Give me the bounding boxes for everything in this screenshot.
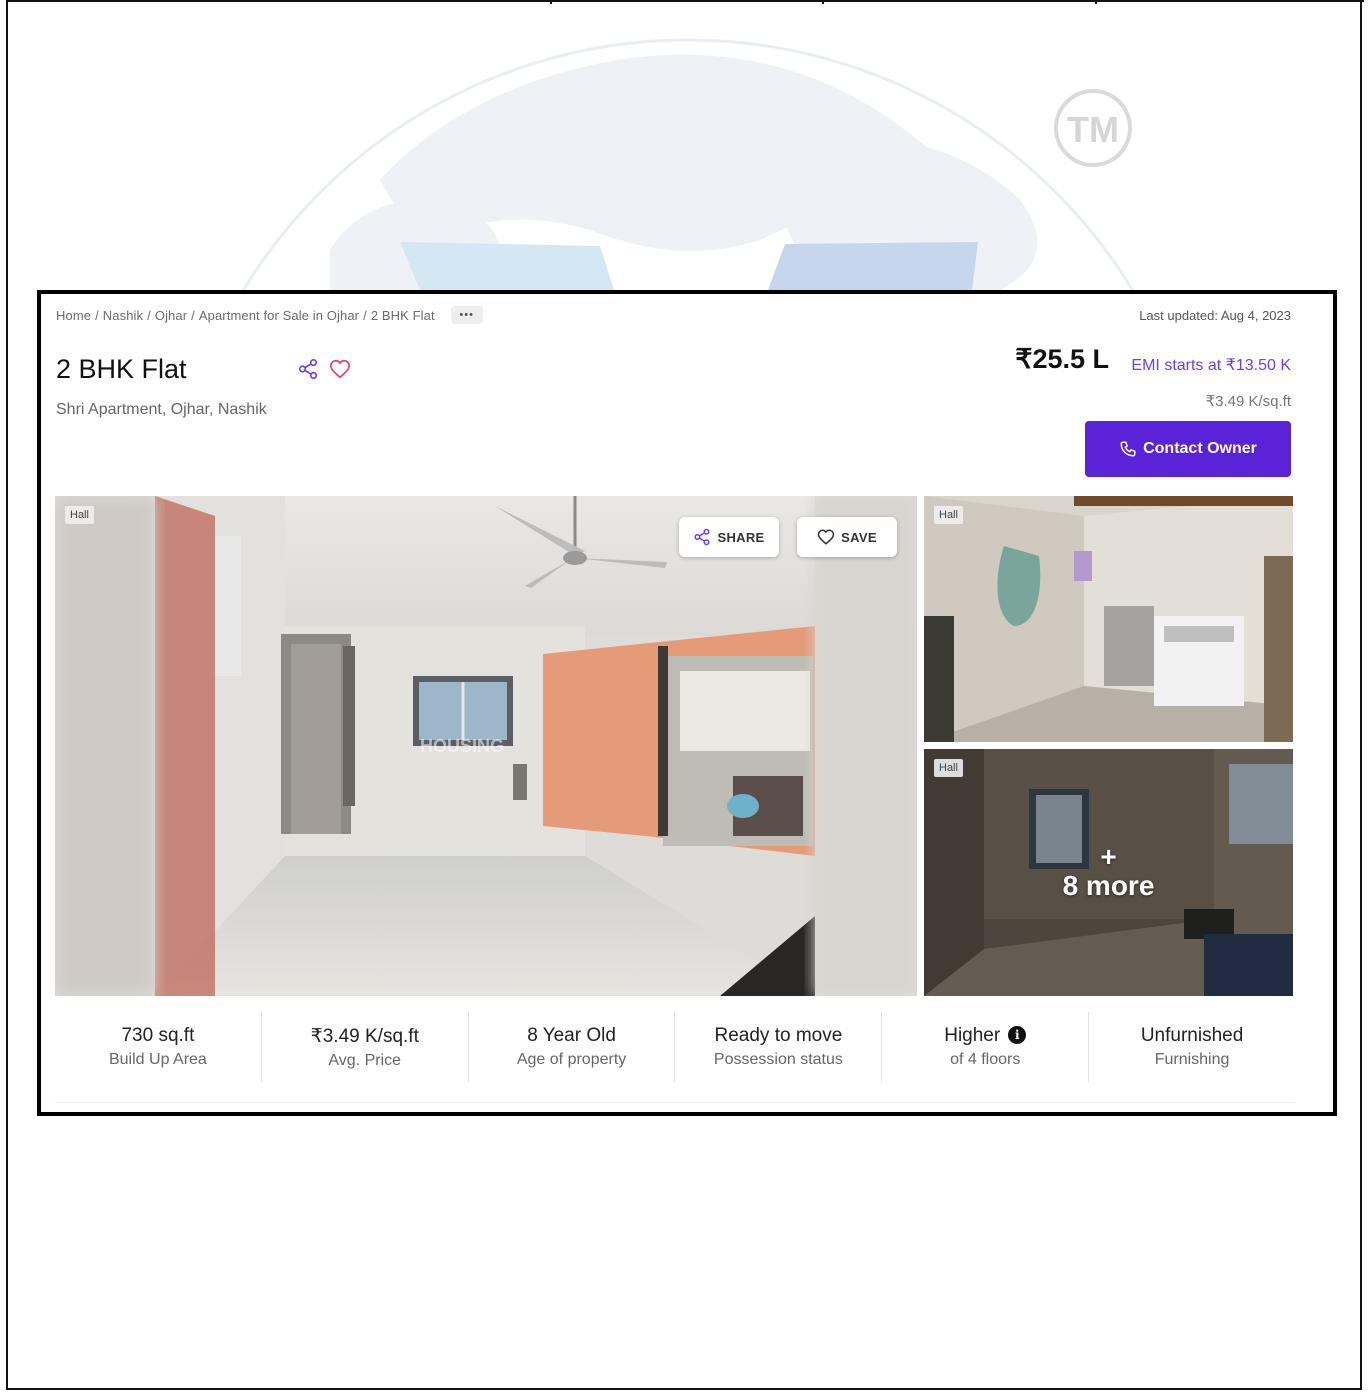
- stat-value: 730 sq.ft: [121, 1025, 195, 1046]
- last-updated: Last updated: Aug 4, 2023: [1139, 308, 1291, 323]
- breadcrumb: Home / Nashik / Ojhar / Apartment for Sa…: [56, 306, 483, 324]
- listing-title: 2 BHK Flat: [56, 354, 187, 384]
- breadcrumb-separator: /: [363, 307, 367, 323]
- emi-link[interactable]: EMI starts at ₹13.50 K: [1131, 355, 1291, 375]
- listing-location: Shri Apartment, Ojhar, Nashik: [56, 401, 267, 418]
- stat-furnishing: Unfurnished Furnishing: [1089, 1012, 1295, 1082]
- stat-label: Furnishing: [1154, 1051, 1230, 1068]
- stat-label: Avg. Price: [328, 1051, 402, 1069]
- stat-value: Higher i: [882, 1025, 1088, 1047]
- stat-avg-price: ₹3.49 K/sq.ft Avg. Price: [262, 1012, 469, 1082]
- contact-owner-label: Contact Owner: [1143, 440, 1257, 457]
- contact-owner-button[interactable]: Contact Owner: [1085, 421, 1291, 477]
- stat-age: 8 Year Old Age of property: [469, 1012, 676, 1082]
- listing-price: ₹25.5 L: [1015, 344, 1109, 374]
- stat-label: Possession status: [713, 1051, 843, 1068]
- more-photos-thumbnail[interactable]: Hall + 8 more: [924, 749, 1293, 996]
- hall-photo: [924, 496, 1293, 742]
- stat-label: of 4 floors: [950, 1051, 1021, 1068]
- more-photos-count: 8 more: [1062, 869, 1155, 901]
- more-photos-overlay[interactable]: + 8 more: [924, 749, 1293, 996]
- phone-icon: [1120, 441, 1136, 457]
- share-label: SHARE: [717, 529, 765, 545]
- info-icon[interactable]: i: [1008, 1026, 1027, 1044]
- heart-icon[interactable]: [329, 358, 351, 380]
- share-button[interactable]: SHARE: [679, 517, 779, 557]
- breadcrumb-separator: /: [95, 307, 99, 323]
- photo-tag: Hall: [65, 506, 94, 524]
- photo-tag: Hall: [934, 506, 963, 524]
- stat-build-up-area: 730 sq.ft Build Up Area: [55, 1012, 262, 1082]
- breadcrumb-apartment-for-sale[interactable]: Apartment for Sale in Ojhar: [199, 308, 359, 323]
- thumbnail-photo[interactable]: Hall: [924, 496, 1293, 742]
- floor-value: Higher: [944, 1025, 1001, 1046]
- price-per-sqft: ₹3.49 K/sq.ft: [1205, 393, 1291, 410]
- stat-label: Build Up Area: [108, 1051, 207, 1068]
- stat-value: Unfurnished: [1140, 1025, 1244, 1046]
- share-icon[interactable]: [297, 358, 319, 380]
- stat-floor: Higher i of 4 floors: [882, 1012, 1090, 1082]
- share-icon: [694, 528, 710, 546]
- breadcrumb-more-button[interactable]: •••: [450, 306, 483, 324]
- heart-icon: [817, 529, 835, 545]
- save-label: SAVE: [841, 529, 877, 545]
- stat-possession: Ready to move Possession status: [675, 1012, 883, 1082]
- property-stats: 730 sq.ft Build Up Area ₹3.49 K/sq.ft Av…: [55, 1012, 1295, 1082]
- breadcrumb-nashik[interactable]: Nashik: [103, 308, 143, 323]
- stat-label: Age of property: [516, 1051, 627, 1068]
- breadcrumb-home[interactable]: Home: [56, 308, 91, 323]
- hero-photo[interactable]: HOUSING Hall SHARE SAVE: [55, 496, 917, 996]
- stat-value: Ready to move: [714, 1025, 843, 1046]
- breadcrumb-current: 2 BHK Flat: [370, 307, 435, 323]
- title-actions: [297, 358, 351, 380]
- property-listing-card: Home / Nashik / Ojhar / Apartment for Sa…: [37, 290, 1337, 1116]
- save-button[interactable]: SAVE: [797, 517, 897, 557]
- stat-value: ₹3.49 K/sq.ft: [310, 1025, 419, 1047]
- plus-icon: +: [1100, 840, 1117, 872]
- svg-text:HOUSING: HOUSING: [420, 736, 504, 756]
- hall-photo: HOUSING: [55, 496, 917, 996]
- breadcrumb-separator: /: [191, 307, 195, 323]
- stat-value: 8 Year Old: [527, 1025, 616, 1046]
- breadcrumb-ojhar[interactable]: Ojhar: [155, 308, 187, 323]
- breadcrumb-separator: /: [147, 307, 151, 323]
- divider: [55, 1102, 1295, 1103]
